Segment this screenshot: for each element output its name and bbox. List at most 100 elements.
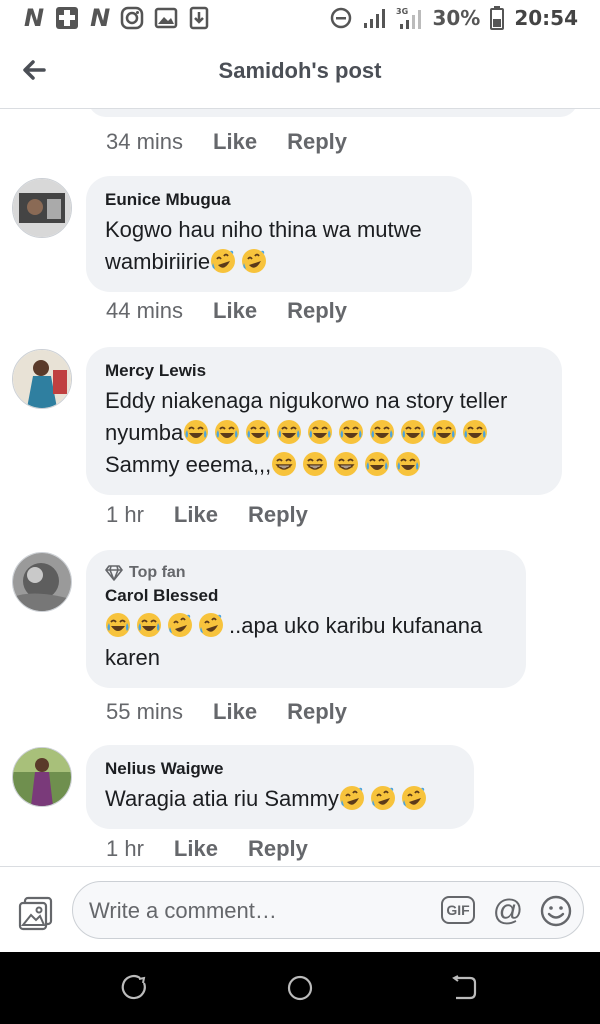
joy-emoji-icon <box>396 452 421 476</box>
joy-emoji-icon <box>137 613 161 637</box>
comment-time: 1 hr <box>106 836 144 861</box>
top-fan-badge: Top fan <box>105 564 506 582</box>
comment-actions: 55 mins Like Reply <box>106 699 347 725</box>
comment-author[interactable]: Carol Blessed <box>105 586 506 606</box>
rofl-emoji-icon <box>339 786 364 810</box>
recent-apps-button[interactable] <box>120 974 148 1002</box>
comment-composer: Write a comment… GIF @ <box>0 866 600 953</box>
rofl-emoji-icon <box>242 249 267 273</box>
comment-text: Kogwo hau niho thina wa mutwe wambiriiri… <box>105 214 452 278</box>
grin-emoji-icon <box>272 452 297 476</box>
emoji-run <box>339 786 432 811</box>
comment-time: 44 mins <box>106 298 184 323</box>
post-header: Samidoh's post <box>0 36 600 109</box>
comment-text-line: Sammy eeema,,, <box>105 449 542 481</box>
comment-text-content: Sammy eeema,,, <box>105 452 272 477</box>
instagram-icon <box>120 6 144 30</box>
home-button[interactable] <box>286 974 314 1002</box>
like-button[interactable]: Like <box>213 699 257 725</box>
reply-button[interactable]: Reply <box>287 699 347 725</box>
badge-label: Top fan <box>129 564 186 581</box>
mention-button[interactable]: @ <box>491 894 525 928</box>
svg-text:3G: 3G <box>396 7 408 16</box>
comment-author[interactable]: Nelius Waigwe <box>105 759 454 779</box>
emoji-run <box>271 452 426 477</box>
back-icon <box>452 975 477 1000</box>
comment-text: Waragia atia riu Sammy <box>105 783 454 815</box>
photo-button[interactable] <box>18 895 54 931</box>
joy-emoji-icon <box>432 420 457 444</box>
status-bar: N N 3G 30% 20:54 <box>0 0 600 36</box>
system-navigation-bar <box>0 952 600 1024</box>
comment-text-line: Eddy niakenaga nigukorwo na story teller <box>105 388 508 413</box>
battery-percent: 30% <box>432 6 481 30</box>
recent-apps-icon <box>121 975 146 1000</box>
joy-emoji-icon <box>401 420 426 444</box>
avatar[interactable] <box>12 552 72 612</box>
comment-bubble[interactable]: Eunice Mbugua Kogwo hau niho thina wa mu… <box>86 176 472 292</box>
system-back-button[interactable] <box>450 974 478 1002</box>
reply-button[interactable]: Reply <box>287 298 347 324</box>
emoji-run <box>183 420 493 445</box>
rofl-emoji-icon <box>199 613 223 637</box>
rofl-emoji-icon <box>168 613 192 637</box>
gallery-icon <box>154 6 178 30</box>
comment-input-placeholder: Write a comment… <box>89 898 277 923</box>
notification-n-icon: N <box>24 4 45 32</box>
signal-icon <box>362 7 386 29</box>
comment-text-content: nyumba <box>105 420 184 445</box>
like-button[interactable]: Like <box>174 502 218 528</box>
rofl-emoji-icon <box>211 249 236 273</box>
comment-text-line: nyumba <box>105 417 542 449</box>
joy-emoji-icon <box>215 420 240 444</box>
comment-actions: 1 hr Like Reply <box>106 836 308 862</box>
joy-emoji-icon <box>365 452 390 476</box>
dnd-icon <box>330 7 352 29</box>
emoji-run <box>105 613 229 638</box>
emoji-run <box>210 249 272 274</box>
like-button[interactable]: Like <box>213 298 257 324</box>
avatar[interactable] <box>12 178 72 238</box>
comment-author[interactable]: Mercy Lewis <box>105 361 542 381</box>
smiley-icon <box>540 895 572 927</box>
avatar[interactable] <box>12 349 72 409</box>
joy-emoji-icon <box>463 420 488 444</box>
comment-text: ..apa uko karibu kufanana karen <box>105 610 506 674</box>
comment-bubble[interactable]: Nelius Waigwe Waragia atia riu Sammy <box>86 745 474 829</box>
page-title: Samidoh's post <box>218 58 382 83</box>
comments-list[interactable]: 34 mins Like Reply Eunice Mbugua Kogwo h… <box>0 109 600 864</box>
download-icon <box>188 6 210 30</box>
notification-n-icon-2: N <box>90 4 111 32</box>
gif-button[interactable]: GIF <box>441 896 475 924</box>
avatar[interactable] <box>12 747 72 807</box>
signal-3g-icon: 3G <box>396 6 422 30</box>
rofl-emoji-icon <box>401 786 426 810</box>
reply-button[interactable]: Reply <box>287 129 347 155</box>
comment-bubble[interactable]: Top fan Carol Blessed ..apa uko karibu k… <box>86 550 526 688</box>
comment-text-content: Waragia atia riu Sammy <box>105 786 339 811</box>
comment-author[interactable]: Eunice Mbugua <box>105 190 452 210</box>
comment-text: Eddy niakenaga nigukorwo na story teller… <box>105 385 542 481</box>
reply-button[interactable]: Reply <box>248 502 308 528</box>
news-app-icon <box>54 5 80 31</box>
joy-emoji-icon <box>184 420 209 444</box>
emoji-button[interactable] <box>539 894 573 928</box>
battery-icon <box>490 6 505 30</box>
grin-emoji-icon <box>334 452 359 476</box>
comment-bubble[interactable]: Mercy Lewis Eddy niakenaga nigukorwo na … <box>86 347 562 495</box>
comment-input[interactable]: Write a comment… GIF @ <box>72 881 584 939</box>
like-button[interactable]: Like <box>213 129 257 155</box>
home-icon <box>287 975 313 1001</box>
previous-comment-bubble <box>88 109 578 117</box>
joy-emoji-icon <box>308 420 333 444</box>
previous-comment-actions: 34 mins Like Reply <box>106 129 347 155</box>
reply-button[interactable]: Reply <box>248 836 308 862</box>
rofl-emoji-icon <box>370 786 395 810</box>
joy-emoji-icon <box>277 420 302 444</box>
photo-icon <box>18 896 53 931</box>
like-button[interactable]: Like <box>174 836 218 862</box>
comment-time: 55 mins <box>106 699 184 724</box>
joy-emoji-icon <box>339 420 364 444</box>
diamond-icon <box>105 565 123 581</box>
joy-emoji-icon <box>246 420 271 444</box>
